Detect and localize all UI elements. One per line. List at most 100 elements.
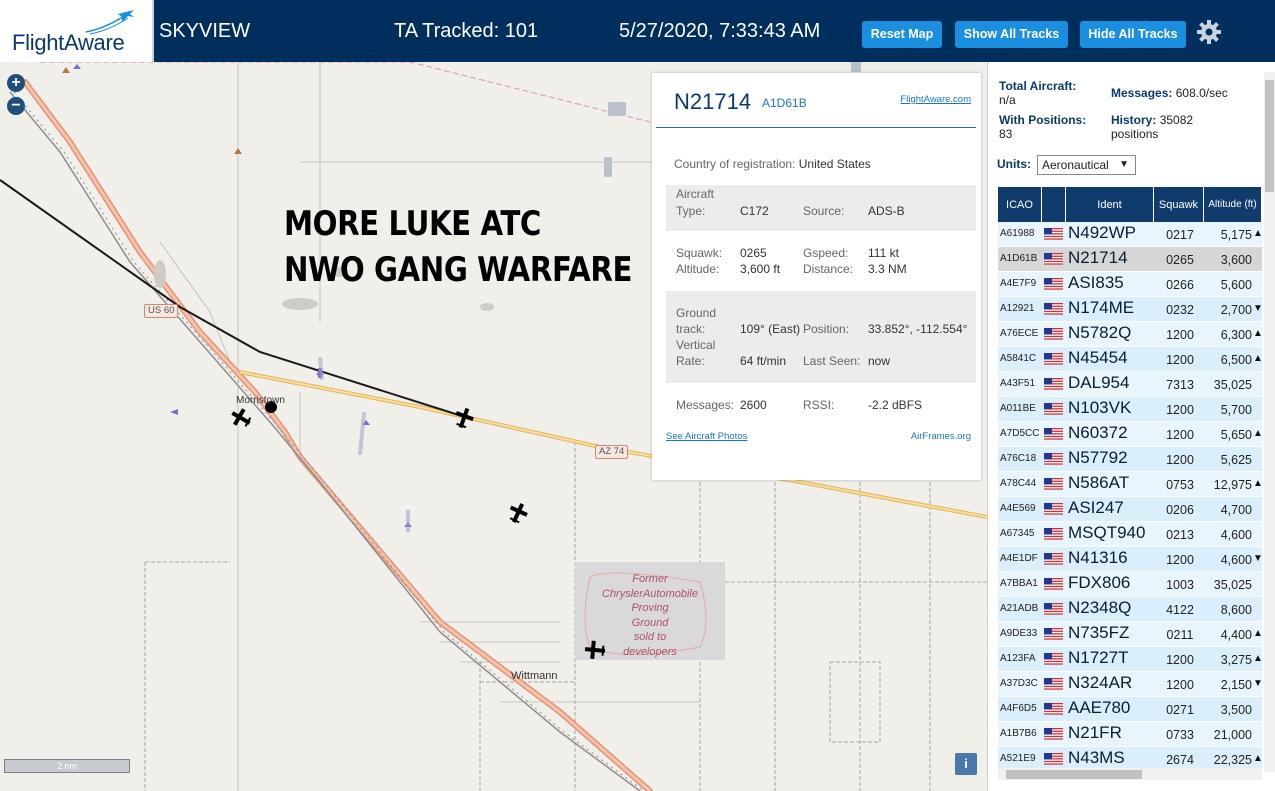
row-altitude: 5,700 [1220,403,1252,417]
row-squawk: 0271 [1166,703,1194,717]
row-ident: N57792 [1068,448,1128,467]
table-row[interactable]: A1B7B6 N21FR 0733 21,000 [998,722,1262,747]
row-squawk: 0733 [1166,728,1194,742]
row-altitude: 4,700 [1220,503,1252,517]
row-icao: A37D3C [1000,678,1038,689]
messages-stat: Messages: 608.0/sec [1111,86,1228,100]
table-row[interactable]: A1D61B N21714 0265 3,600 [998,247,1262,272]
popup-ident: N21714 [674,89,752,114]
row-ident: MSQT940 [1068,523,1146,542]
row-icao: A43F51 [1000,378,1036,389]
squawk-value: 0265 [740,246,767,260]
altitude-trend-icon: ▲ [1253,353,1263,364]
units-select[interactable]: Aeronautical ▼ [1037,155,1136,175]
area-label-line: sold to [633,631,667,643]
table-row[interactable]: A7D5CC N60372 1200 5,650 ▲ [998,422,1263,447]
table-row[interactable]: A4F6D5 AAE780 0271 3,500 [998,697,1262,722]
gspeed-label: Gspeed: [803,246,849,260]
area-label-line: ChryslerAutomobile [602,587,698,600]
popup-hex: A1D61B [762,96,807,110]
place-label-wittmann: Wittmann [511,670,558,682]
table-row[interactable]: A4E1DF N41316 1200 4,600 ▼ [998,547,1263,572]
position-value: 33.852°, -112.554° [868,322,968,336]
table-row[interactable]: A76C18 N57792 1200 5,625 [998,447,1262,472]
table-row[interactable]: A43F51 DAL954 7313 35,025 [998,372,1262,397]
vertical-scroll-thumb[interactable] [1265,80,1274,192]
aircraft-list-panel: Total Aircraft: n/a Messages: 608.0/sec … [987,62,1275,791]
lastseen-value: now [868,354,891,368]
us-flag-icon [1044,452,1063,465]
table-row[interactable]: A7BBA1 FDX806 1003 35,025 [998,572,1262,597]
lastseen-label: Last Seen: [803,354,861,368]
row-ident: N174ME [1068,298,1135,317]
row-altitude: 22,325 [1213,753,1252,767]
aircraft-photos-link[interactable]: See Aircraft Photos [666,431,747,442]
site-name: SKYVIEW [159,20,251,42]
us-flag-icon [1044,402,1063,415]
table-row[interactable]: A67345 MSQT940 0213 4,600 [998,522,1262,547]
row-icao: A1D61B [1000,253,1038,264]
row-squawk: 4122 [1166,603,1194,617]
flightaware-link[interactable]: FlightAware.com [900,94,971,105]
us-flag-icon [1044,252,1063,265]
show-all-tracks-button[interactable]: Show All Tracks [955,21,1068,48]
row-ident: N2348Q [1068,598,1132,617]
row-altitude: 8,600 [1220,603,1252,617]
table-row[interactable]: A4E7F9 ASI835 0266 5,600 [998,272,1262,297]
gear-icon[interactable] [1196,19,1222,45]
top-header: FlightAware SKYVIEW TA Tracked: 101 5/27… [0,0,1275,62]
table-row[interactable]: A61988 N492WP 0217 5,175 ▲ [998,222,1263,247]
map-scale-bar: 2 nm [4,759,130,773]
rssi-value: -2.2 dBFS [868,398,923,412]
table-row[interactable]: A123FA N1727T 1200 3,275 ▲ [998,647,1263,672]
altitude-trend-icon: ▼ [1253,678,1263,689]
row-icao: A521E9 [1000,753,1036,764]
place-label-morristown: Morristown [236,395,285,406]
us-flag-icon [1044,477,1063,490]
table-row[interactable]: A21ADB N2348Q 4122 8,600 [998,597,1262,622]
col-header-ident[interactable]: Ident [1066,187,1154,222]
row-squawk: 1200 [1166,328,1194,342]
row-squawk: 1200 [1166,678,1194,692]
vrate-value: 64 ft/min [740,354,787,368]
altitude-trend-icon: ▼ [1253,553,1263,564]
map-info-button[interactable]: i [955,753,977,775]
row-squawk: 7313 [1166,378,1194,392]
table-row[interactable]: A5841C N45454 1200 6,500 ▲ [998,347,1263,372]
source-label: Source: [803,204,845,218]
row-icao: A78C44 [1000,478,1037,489]
table-row[interactable]: A9DE33 N735FZ 0211 4,400 ▲ [998,622,1263,647]
table-row[interactable]: A12921 N174ME 0232 2,700 ▼ [998,297,1263,322]
table-row[interactable]: A76ECE N5782Q 1200 6,300 ▲ [998,322,1263,347]
row-icao: A67345 [1000,528,1035,539]
table-row[interactable]: A37D3C N324AR 1200 2,150 ▼ [998,672,1263,697]
row-ident: N735FZ [1068,623,1130,642]
type-value: C172 [740,204,769,218]
col-header-squawk[interactable]: Squawk [1154,187,1204,222]
row-icao: A4E7F9 [1000,278,1037,289]
country-row: Country of registration: United States [674,157,871,171]
us-flag-icon [1044,377,1063,390]
zoom-out-button[interactable]: − [7,97,25,115]
zoom-in-button[interactable]: + [7,74,25,92]
flightaware-logo[interactable]: FlightAware [0,0,154,62]
us-flag-icon [1044,727,1063,740]
row-altitude: 35,025 [1213,578,1252,592]
airframes-link[interactable]: AirFrames.org [911,431,971,442]
track-label-2: track: [676,322,706,336]
col-header-flag[interactable] [1042,187,1066,222]
history-stat: History: 35082 positions [1111,113,1221,141]
table-row[interactable]: A011BE N103VK 1200 5,700 [998,397,1262,422]
col-header-icao[interactable]: ICAO [998,187,1042,222]
row-squawk: 0211 [1166,628,1194,642]
hide-all-tracks-button[interactable]: Hide All Tracks [1080,21,1186,48]
country-value: United States [798,157,871,171]
units-select-value: Aeronautical [1042,158,1109,172]
row-ident: ASI247 [1068,498,1124,517]
col-header-altitude[interactable]: Altitude (ft) [1204,187,1262,222]
reset-map-button[interactable]: Reset Map [862,21,942,48]
horizontal-scroll-thumb[interactable] [1006,770,1142,779]
table-row[interactable]: A78C44 N586AT 0753 12,975 ▲ [998,472,1263,497]
altitude-trend-icon: ▲ [1253,753,1263,764]
table-row[interactable]: A4E569 ASI247 0206 4,700 [998,497,1262,522]
